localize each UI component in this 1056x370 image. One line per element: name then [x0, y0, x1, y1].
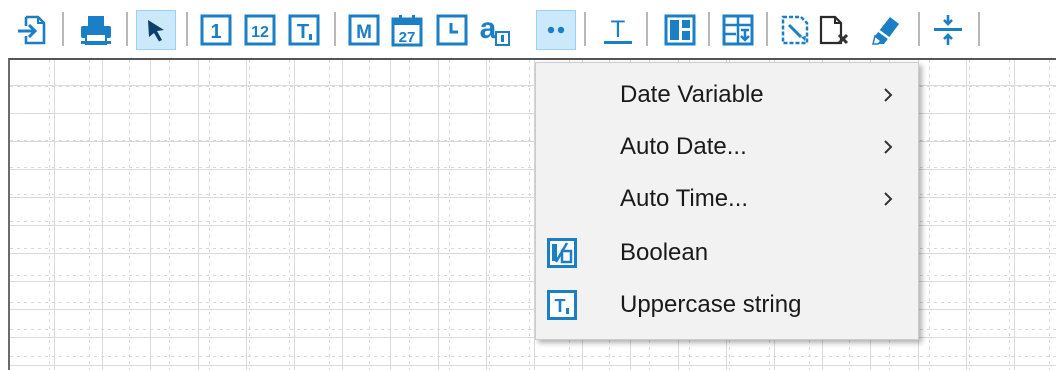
function-field-icon: a: [480, 12, 510, 46]
pointer-icon: [148, 20, 164, 42]
panel-icon: [664, 14, 696, 46]
integer-field-icon: 1: [200, 14, 232, 46]
delete-page-button[interactable]: [814, 10, 854, 50]
number-field-icon: 12: [244, 14, 276, 46]
time-field-button[interactable]: [432, 10, 472, 50]
print-button[interactable]: [76, 10, 116, 50]
text-field-icon: T: [288, 14, 320, 46]
date-field-button[interactable]: 27: [388, 10, 428, 50]
toolbar-separator: [186, 12, 188, 46]
uppercase-string-icon: T: [546, 289, 578, 321]
toolbar-separator: [708, 12, 710, 46]
integer-field-glyph: 1: [210, 21, 221, 43]
menu-item-label: Auto Time...: [620, 185, 749, 212]
date-field-glyph: 27: [399, 29, 416, 46]
toolbar-separator: [918, 12, 920, 46]
toolbar-separator: [62, 12, 64, 46]
submenu-arrow-icon: [884, 88, 893, 102]
label-icon: T: [604, 16, 632, 44]
subreport-button[interactable]: [718, 10, 758, 50]
number-field-button[interactable]: 12: [240, 10, 280, 50]
menu-item-label: Auto Date...: [620, 133, 747, 160]
text-field-button[interactable]: T: [284, 10, 324, 50]
memo-field-button[interactable]: M: [344, 10, 384, 50]
more-fields-menu: Date Variable Auto Date... Auto Time...: [535, 62, 919, 340]
toolbar-separator: [584, 12, 586, 46]
vertical-space-icon: [934, 15, 962, 45]
pointer-button[interactable]: [136, 10, 176, 50]
integer-field-button[interactable]: 1: [196, 10, 236, 50]
toolbar-separator: [126, 12, 128, 46]
memo-field-glyph: M: [356, 22, 372, 43]
import-icon: [18, 15, 46, 45]
toolbar-separator: [334, 12, 336, 46]
delete-page-icon: [819, 15, 849, 45]
eraser-button[interactable]: [866, 10, 906, 50]
function-field-button[interactable]: a: [474, 10, 514, 50]
panel-button[interactable]: [660, 10, 700, 50]
vertical-space-button[interactable]: [928, 10, 968, 50]
label-button[interactable]: T: [598, 10, 638, 50]
more-fields-icon: [547, 26, 565, 34]
toolbar-separator: [766, 12, 768, 46]
toolbar-separator: [646, 12, 648, 46]
function-field-glyph: a: [480, 12, 497, 45]
uppercase-string-glyph: T: [555, 296, 566, 316]
label-glyph: T: [611, 16, 626, 43]
number-field-glyph: 12: [251, 24, 269, 41]
memo-field-icon: M: [348, 14, 380, 46]
date-field-icon: 27: [391, 15, 423, 47]
menu-item-date-variable[interactable]: Date Variable: [536, 69, 918, 121]
submenu-arrow-icon: [884, 140, 893, 154]
toolbar: 1 12 T M 27 a T: [0, 0, 1056, 58]
report-designer: 1 12 T M 27 a T Date Variable Auto Date.…: [0, 0, 1056, 370]
more-fields-button[interactable]: [536, 10, 576, 50]
menu-item-label: Date Variable: [620, 81, 764, 108]
menu-item-label: Boolean: [620, 239, 709, 266]
menu-item-auto-time[interactable]: Auto Time...: [536, 173, 918, 225]
menu-item-label: Uppercase string: [620, 291, 802, 318]
time-field-icon: [436, 14, 468, 46]
menu-item-auto-date[interactable]: Auto Date...: [536, 121, 918, 173]
menu-item-boolean[interactable]: Boolean: [536, 227, 918, 279]
page-setup-button[interactable]: [776, 10, 816, 50]
boolean-icon: [546, 237, 578, 269]
eraser-icon: [872, 17, 899, 45]
toolbar-separator: [978, 12, 980, 46]
text-field-glyph: T: [297, 21, 309, 43]
subreport-icon: [722, 14, 754, 46]
submenu-arrow-icon: [884, 192, 893, 206]
menu-item-uppercase-string[interactable]: T Uppercase string: [536, 279, 918, 331]
page-setup-icon: [781, 15, 809, 45]
print-icon: [81, 16, 111, 45]
import-button[interactable]: [12, 10, 52, 50]
